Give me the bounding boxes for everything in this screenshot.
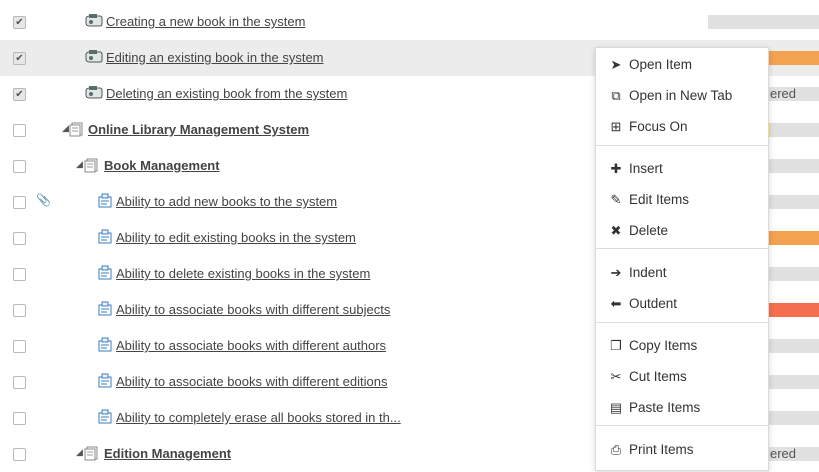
tree-row[interactable]: ✔ Creating a new book in the system (0, 4, 819, 40)
menu-item-open-in-new-tab[interactable]: ⧉ Open in New Tab (596, 82, 768, 110)
test-case-icon (84, 13, 103, 29)
item-name-link[interactable]: Online Library Management System (88, 122, 309, 137)
paperclip-icon: 📎 (36, 193, 51, 207)
menu-item-label: Copy Items (629, 338, 698, 353)
menu-item-label: Open Item (629, 57, 693, 72)
menu-item-label: Indent (629, 265, 667, 280)
menu-item-edit-items[interactable]: ✎ Edit Items (596, 186, 768, 214)
paste-icon: ▤ (609, 400, 623, 415)
arrow-left-icon: ⬅ (610, 296, 622, 311)
external-link-icon: ⧉ (611, 88, 621, 103)
menu-item-label: Print Items (629, 442, 694, 457)
item-name-link[interactable]: Edition Management (104, 446, 231, 461)
expand-toggle-icon[interactable]: ◢ (76, 159, 83, 170)
menu-item-label: Outdent (629, 296, 678, 311)
package-icon (84, 445, 102, 461)
menu-item-outdent[interactable]: ⬅ Outdent (596, 290, 768, 318)
expand-toggle-icon[interactable]: ◢ (62, 123, 69, 134)
scissors-icon: ✂ (610, 369, 622, 384)
test-case-icon (84, 49, 103, 65)
item-name-link[interactable]: Editing an existing book in the system (106, 50, 324, 65)
menu-item-insert[interactable]: ✚ Insert (596, 155, 768, 183)
item-name-link[interactable]: Ability to associate books with differen… (116, 374, 387, 389)
requirement-icon (97, 337, 115, 353)
status-text: ered (770, 446, 797, 461)
test-case-icon (84, 85, 103, 101)
row-checkbox[interactable] (13, 196, 26, 209)
item-name-link[interactable]: Ability to edit existing books in the sy… (116, 230, 356, 245)
menu-item-copy-items[interactable]: ❐ Copy Items (596, 332, 768, 360)
printer-icon: ⎙ (610, 442, 622, 457)
requirement-icon (97, 193, 115, 209)
plus-icon: ✚ (610, 161, 622, 176)
context-menu: ➤ Open Item ⧉ Open in New Tab ⊞ Focus On ✚ Inse… (595, 47, 769, 471)
menu-item-focus-on[interactable]: ⊞ Focus On (596, 113, 768, 141)
package-icon (69, 121, 87, 137)
menu-separator (596, 248, 768, 249)
item-name-link[interactable]: Ability to associate books with differen… (116, 302, 390, 317)
menu-item-label: Cut Items (629, 369, 687, 384)
menu-item-cut-items[interactable]: ✂ Cut Items (596, 363, 768, 391)
focus-tree-icon: ⊞ (610, 119, 622, 134)
requirement-icon (97, 409, 115, 425)
copy-icon: ❐ (610, 338, 622, 353)
row-checkbox[interactable] (13, 376, 26, 389)
row-checkbox[interactable] (13, 124, 26, 137)
menu-item-delete[interactable]: ✖ Delete (596, 217, 768, 245)
menu-separator (596, 425, 768, 426)
progress-bar (708, 15, 819, 29)
package-icon (84, 157, 102, 173)
menu-item-label: Delete (629, 223, 669, 238)
item-name-link[interactable]: Ability to completely erase all books st… (116, 410, 401, 425)
row-checkbox[interactable] (13, 268, 26, 281)
menu-item-open-item[interactable]: ➤ Open Item (596, 51, 768, 79)
menu-item-paste-items[interactable]: ▤ Paste Items (596, 394, 768, 422)
expand-toggle-icon[interactable]: ◢ (76, 447, 83, 458)
row-checkbox-checked[interactable]: ✔ (13, 16, 26, 29)
item-name-link[interactable]: Ability to delete existing books in the … (116, 266, 370, 281)
menu-separator (596, 145, 768, 146)
menu-item-label: Edit Items (629, 192, 690, 207)
row-checkbox[interactable] (13, 340, 26, 353)
cursor-arrow-icon: ➤ (610, 57, 622, 72)
item-name-link[interactable]: Ability to associate books with differen… (116, 338, 386, 353)
requirement-icon (97, 301, 115, 317)
menu-item-indent[interactable]: ➔ Indent (596, 259, 768, 287)
menu-item-label: Paste Items (629, 400, 701, 415)
item-name-link[interactable]: Book Management (104, 158, 220, 173)
row-checkbox[interactable] (13, 160, 26, 173)
requirement-icon (97, 373, 115, 389)
requirement-icon (97, 265, 115, 281)
row-checkbox-checked[interactable]: ✔ (13, 52, 26, 65)
row-checkbox[interactable] (13, 448, 26, 461)
delete-x-icon: ✖ (610, 223, 622, 238)
requirement-icon (97, 229, 115, 245)
row-checkbox[interactable] (13, 232, 26, 245)
arrow-right-icon: ➔ (610, 265, 622, 280)
menu-separator (596, 322, 768, 323)
item-name-link[interactable]: Ability to add new books to the system (116, 194, 337, 209)
edit-icon: ✎ (610, 192, 622, 207)
menu-item-label: Open in New Tab (629, 88, 733, 103)
menu-item-label: Insert (629, 161, 663, 176)
item-name-link[interactable]: Creating a new book in the system (106, 14, 305, 29)
item-name-link[interactable]: Deleting an existing book from the syste… (106, 86, 347, 101)
menu-item-print-items[interactable]: ⎙ Print Items (596, 436, 768, 464)
row-checkbox[interactable] (13, 412, 26, 425)
row-checkbox-checked[interactable]: ✔ (13, 88, 26, 101)
row-checkbox[interactable] (13, 304, 26, 317)
status-text: ered (770, 86, 797, 101)
menu-item-label: Focus On (629, 119, 688, 134)
